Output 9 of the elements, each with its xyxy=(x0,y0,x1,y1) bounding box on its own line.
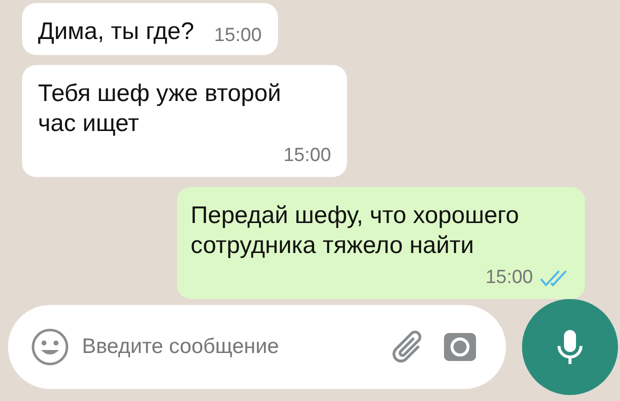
message-input-field[interactable]: Введите сообщение xyxy=(80,334,378,360)
message-time: 15:00 xyxy=(283,145,332,167)
message-text: Тебя шеф уже второй час ищет xyxy=(38,79,282,139)
message-text: Передай шефу, что хорошего сотрудника тяжело найти xyxy=(190,201,520,261)
message-time: 15:00 xyxy=(214,25,262,47)
message-text: Дима, ты где? xyxy=(38,17,194,47)
microphone-icon xyxy=(555,327,585,367)
message-time: 15:00 xyxy=(485,267,533,289)
smiley-icon[interactable] xyxy=(30,327,70,367)
